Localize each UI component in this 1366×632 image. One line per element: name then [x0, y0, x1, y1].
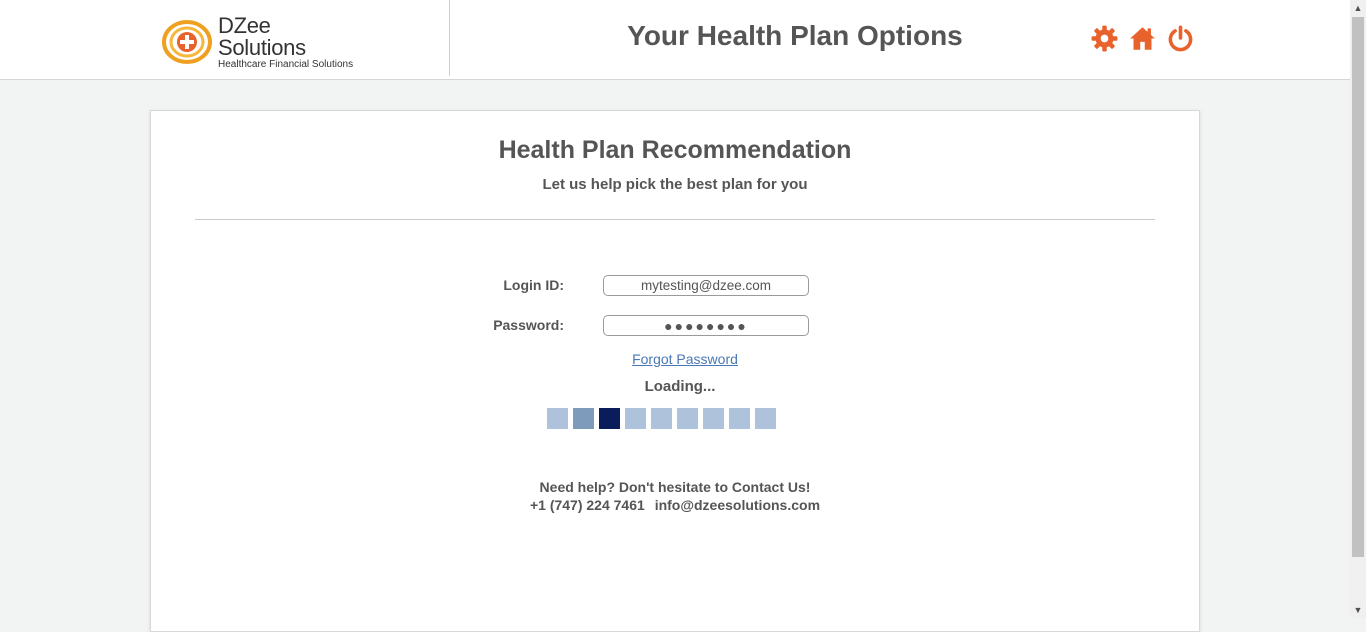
forgot-password-link[interactable]: Forgot Password	[632, 351, 738, 367]
loading-block	[547, 408, 568, 429]
loading-block	[729, 408, 750, 429]
power-icon[interactable]	[1167, 25, 1194, 52]
contact-email[interactable]: info@dzeesolutions.com	[655, 497, 820, 513]
loading-block	[677, 408, 698, 429]
logo-tagline: Healthcare Financial Solutions	[218, 58, 354, 70]
loading-block	[625, 408, 646, 429]
app-header: DZee Solutions Healthcare Financial Solu…	[0, 0, 1350, 80]
contact-info: +1 (747) 224 7461 info@dzeesolutions.com	[151, 497, 1199, 513]
login-id-input[interactable]	[603, 275, 809, 296]
password-label: Password:	[493, 317, 564, 333]
card-title: Health Plan Recommendation	[498, 136, 852, 164]
login-id-label: Login ID:	[503, 277, 564, 293]
loading-block	[703, 408, 724, 429]
contact-phone: +1 (747) 224 7461	[529, 497, 645, 513]
loading-block	[599, 408, 620, 429]
password-input[interactable]	[603, 315, 809, 336]
header-actions	[1091, 25, 1194, 52]
loading-block	[573, 408, 594, 429]
loading-indicator	[547, 408, 776, 429]
scroll-down-arrow-icon[interactable]: ▼	[1350, 602, 1366, 618]
logo-text: DZee Solutions Healthcare Financial Solu…	[218, 12, 362, 70]
loading-text: Loading...	[644, 378, 716, 395]
logo-name: DZee Solutions	[218, 12, 306, 60]
gear-icon[interactable]	[1091, 25, 1118, 52]
forgot-password-row: Forgot Password	[151, 351, 1219, 367]
card-subtitle: Let us help pick the best plan for you	[542, 176, 808, 193]
page-title: Your Health Plan Options	[627, 20, 963, 51]
logo-mark-icon	[162, 20, 212, 64]
page-scrollbar[interactable]: ▲ ▼	[1350, 0, 1366, 618]
dzee-logo[interactable]: DZee Solutions Healthcare Financial Solu…	[162, 14, 362, 69]
scroll-thumb[interactable]	[1352, 17, 1364, 557]
divider	[195, 219, 1155, 220]
home-icon[interactable]	[1129, 25, 1156, 52]
scroll-up-arrow-icon[interactable]: ▲	[1350, 0, 1366, 16]
help-text: Need help? Don't hesitate to Contact Us!	[539, 479, 811, 495]
login-card: Health Plan Recommendation Let us help p…	[150, 110, 1200, 632]
loading-block	[651, 408, 672, 429]
loading-block	[755, 408, 776, 429]
